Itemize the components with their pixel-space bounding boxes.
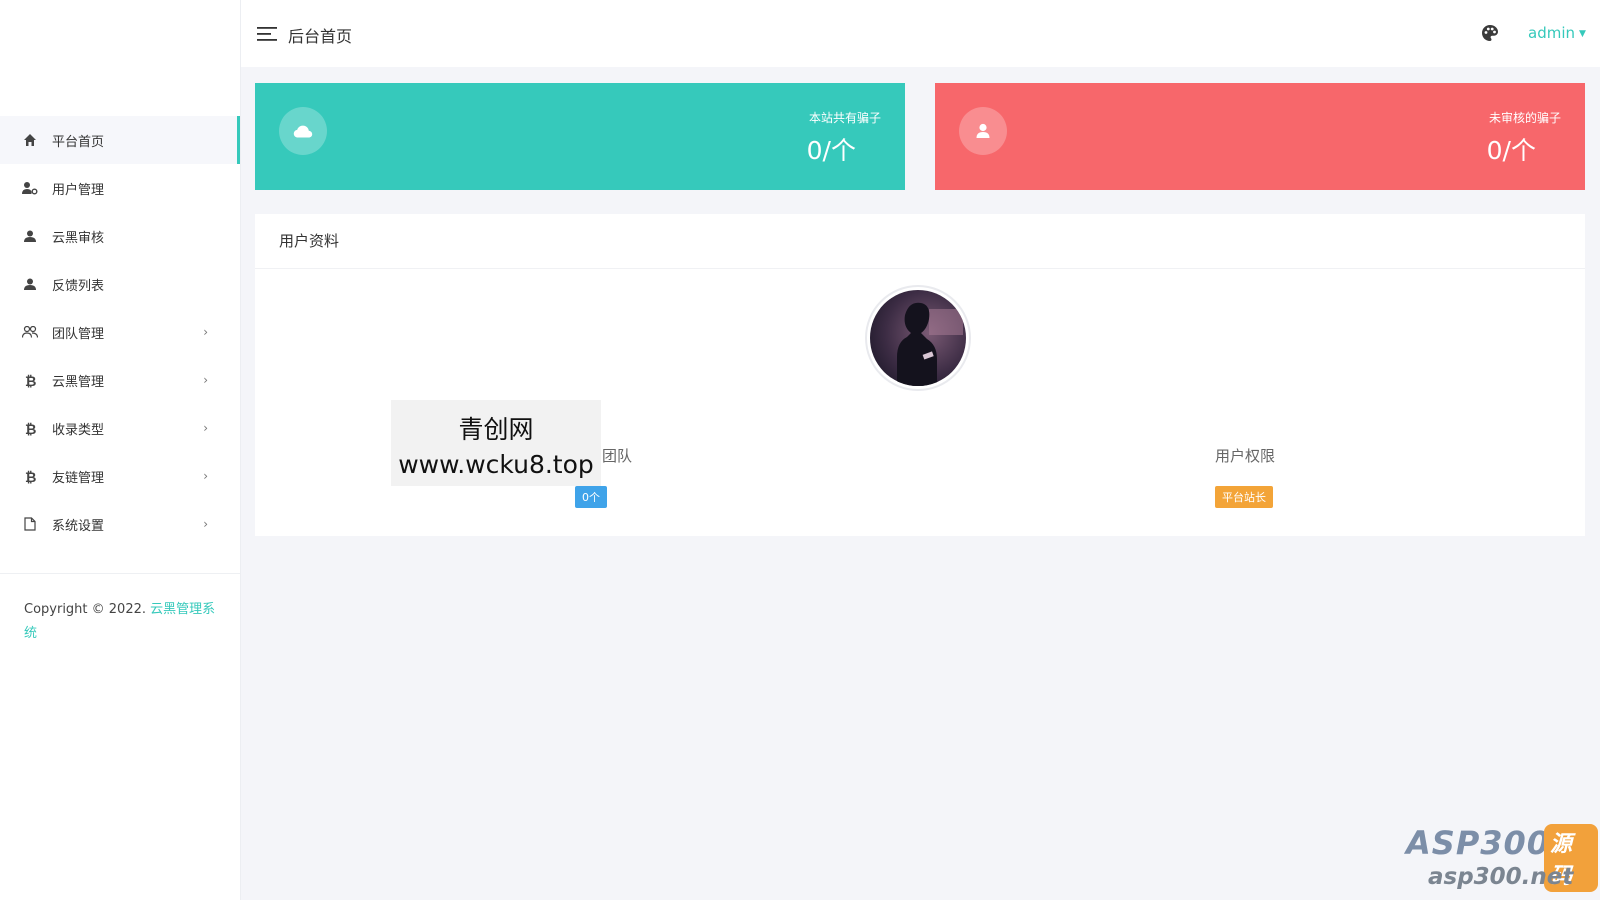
chevron-right-icon: ›: [203, 325, 208, 339]
team-label: 团队: [602, 447, 633, 465]
svg-text:₿: ₿: [25, 374, 36, 388]
sidebar-item-label: 云黑管理: [52, 374, 105, 390]
user-profile-panel: 用户资料 团队 0个 用户权限 平台站长: [255, 214, 1585, 536]
sidebar-item-include-type[interactable]: ₿ 收录类型 ›: [0, 404, 240, 452]
bitcoin-icon: ₿: [22, 372, 38, 388]
bitcoin-icon: ₿: [22, 468, 38, 484]
sidebar-nav: 平台首页 用户管理 云黑审核 反馈列表 团队管理 › ₿ 云黑管理 › ₿ 收录…: [0, 116, 240, 548]
sidebar-item-team[interactable]: 团队管理 ›: [0, 308, 240, 356]
stat-label: 本站共有骗子: [808, 111, 881, 125]
user-icon: [22, 228, 38, 244]
sidebar-item-cloud-review[interactable]: 云黑审核: [0, 212, 240, 260]
menu-toggle-icon[interactable]: [257, 26, 277, 46]
sidebar-item-label: 收录类型: [52, 422, 105, 438]
stat-value: 0/个: [1486, 136, 1536, 165]
stat-card-total: 本站共有骗子 0/个: [255, 83, 905, 190]
caret-down-icon: ▼: [1579, 28, 1586, 39]
sidebar-item-feedback[interactable]: 反馈列表: [0, 260, 240, 308]
home-icon: [22, 132, 38, 148]
sidebar-item-label: 友链管理: [52, 470, 105, 486]
permission-label: 用户权限: [1215, 447, 1276, 465]
sidebar-item-users[interactable]: 用户管理: [0, 164, 240, 212]
permission-badge: 平台站长: [1215, 486, 1273, 508]
user-icon: [959, 107, 1007, 155]
stat-card-pending: 未审核的骗子 0/个: [935, 83, 1585, 190]
sidebar-item-label: 平台首页: [52, 134, 105, 150]
sidebar-item-label: 系统设置: [52, 518, 105, 534]
palette-icon[interactable]: [1481, 24, 1499, 46]
stat-label: 未审核的骗子: [1488, 111, 1561, 125]
team-icon: [22, 324, 38, 340]
panel-title: 用户资料: [255, 214, 1585, 269]
copyright-text: Copyright © 2022.: [24, 602, 147, 617]
team-count-badge: 0个: [575, 486, 607, 508]
copyright: Copyright © 2022. 云黑管理系统: [24, 598, 220, 646]
sidebar-item-home[interactable]: 平台首页: [0, 116, 240, 164]
corner-watermark: ASP300 源码 asp300.net: [1402, 822, 1598, 896]
user-settings-icon: [22, 180, 38, 196]
sidebar-item-label: 云黑审核: [52, 230, 105, 246]
cloud-icon: [279, 107, 327, 155]
topbar: 后台首页 admin ▼: [241, 0, 1600, 67]
watermark-overlay: 青创网 www.wcku8.top: [391, 400, 601, 486]
watermark-title: 青创网: [458, 415, 534, 444]
sidebar-item-label: 团队管理: [52, 326, 105, 342]
sidebar-item-settings[interactable]: 系统设置 ›: [0, 500, 240, 548]
sidebar-divider: [0, 573, 240, 574]
username: admin: [1528, 24, 1575, 42]
stat-value: 0/个: [806, 136, 856, 165]
svg-text:₿: ₿: [25, 470, 36, 484]
sidebar: 平台首页 用户管理 云黑审核 反馈列表 团队管理 › ₿ 云黑管理 › ₿ 收录…: [0, 0, 241, 900]
chevron-right-icon: ›: [203, 373, 208, 387]
user-icon: [22, 276, 38, 292]
user-menu[interactable]: admin ▼: [1528, 24, 1586, 42]
chevron-right-icon: ›: [203, 517, 208, 531]
avatar: [867, 287, 969, 389]
page-title: 后台首页: [288, 27, 353, 46]
sidebar-item-links[interactable]: ₿ 友链管理 ›: [0, 452, 240, 500]
watermark-url: www.wcku8.top: [398, 450, 594, 479]
bitcoin-icon: ₿: [22, 420, 38, 436]
sidebar-item-label: 反馈列表: [52, 278, 105, 294]
watermark-brand: ASP300: [1406, 824, 1551, 862]
watermark-domain: asp300.net: [1428, 864, 1574, 890]
svg-text:₿: ₿: [25, 422, 36, 436]
chevron-right-icon: ›: [203, 421, 208, 435]
chevron-right-icon: ›: [203, 469, 208, 483]
sidebar-item-label: 用户管理: [52, 182, 105, 198]
sidebar-item-cloud-manage[interactable]: ₿ 云黑管理 ›: [0, 356, 240, 404]
file-icon: [22, 516, 38, 532]
